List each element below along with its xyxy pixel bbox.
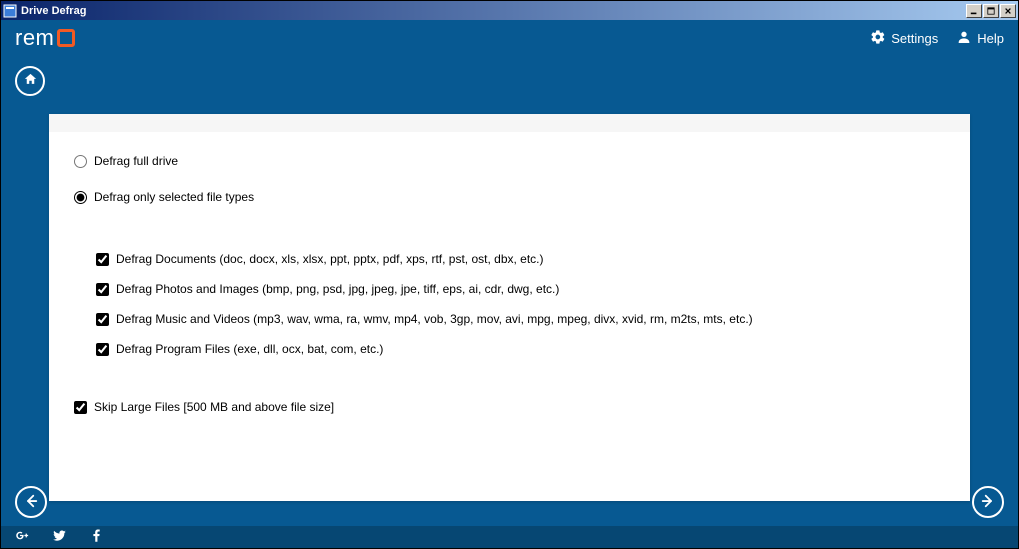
footer-bar	[1, 526, 1018, 548]
titlebar: Drive Defrag	[1, 1, 1018, 20]
radio-full-drive-label: Defrag full drive	[94, 154, 178, 168]
panel-header-band	[49, 114, 970, 132]
radio-selected-types-label: Defrag only selected file types	[94, 190, 254, 204]
brand-logo: rem	[15, 25, 75, 51]
radio-full-drive[interactable]: Defrag full drive	[74, 154, 958, 168]
check-programs[interactable]: Defrag Program Files (exe, dll, ocx, bat…	[96, 342, 958, 356]
close-button[interactable]	[1000, 4, 1016, 18]
radio-selected-types[interactable]: Defrag only selected file types	[74, 190, 958, 204]
settings-button[interactable]: Settings	[870, 29, 938, 48]
app-icon	[3, 4, 17, 18]
check-programs-input[interactable]	[96, 343, 109, 356]
facebook-button[interactable]	[89, 528, 104, 546]
check-music-input[interactable]	[96, 313, 109, 326]
app-header: rem Settings Help	[1, 20, 1018, 56]
check-documents-input[interactable]	[96, 253, 109, 266]
check-photos[interactable]: Defrag Photos and Images (bmp, png, psd,…	[96, 282, 958, 296]
arrow-left-icon	[22, 492, 40, 513]
arrow-right-icon	[979, 492, 997, 513]
maximize-button[interactable]	[983, 4, 999, 18]
gear-icon	[870, 29, 886, 48]
check-music-label: Defrag Music and Videos (mp3, wav, wma, …	[116, 312, 753, 326]
facebook-icon	[89, 528, 104, 546]
check-documents-label: Defrag Documents (doc, docx, xls, xlsx, …	[116, 252, 544, 266]
check-skip-large-label: Skip Large Files [500 MB and above file …	[94, 400, 334, 414]
check-music[interactable]: Defrag Music and Videos (mp3, wav, wma, …	[96, 312, 958, 326]
home-icon	[23, 72, 38, 90]
check-photos-input[interactable]	[96, 283, 109, 296]
window-title: Drive Defrag	[21, 5, 965, 17]
settings-label: Settings	[891, 31, 938, 46]
check-programs-label: Defrag Program Files (exe, dll, ocx, bat…	[116, 342, 383, 356]
brand-icon	[57, 29, 75, 47]
google-plus-button[interactable]	[15, 528, 30, 546]
back-button[interactable]	[15, 486, 47, 518]
check-skip-large[interactable]: Skip Large Files [500 MB and above file …	[74, 400, 958, 414]
next-button[interactable]	[972, 486, 1004, 518]
user-icon	[956, 29, 972, 48]
check-documents[interactable]: Defrag Documents (doc, docx, xls, xlsx, …	[96, 252, 958, 266]
brand-text: rem	[15, 25, 54, 51]
main-area: Defrag full drive Defrag only selected f…	[1, 56, 1018, 526]
help-label: Help	[977, 31, 1004, 46]
content-panel: Defrag full drive Defrag only selected f…	[49, 114, 970, 501]
twitter-icon	[52, 528, 67, 546]
file-type-options: Defrag Documents (doc, docx, xls, xlsx, …	[96, 252, 958, 372]
minimize-button[interactable]	[966, 4, 982, 18]
google-plus-icon	[15, 528, 30, 546]
home-button[interactable]	[15, 66, 45, 96]
help-button[interactable]: Help	[956, 29, 1004, 48]
radio-full-drive-input[interactable]	[74, 155, 87, 168]
twitter-button[interactable]	[52, 528, 67, 546]
check-photos-label: Defrag Photos and Images (bmp, png, psd,…	[116, 282, 559, 296]
check-skip-large-input[interactable]	[74, 401, 87, 414]
radio-selected-types-input[interactable]	[74, 191, 87, 204]
